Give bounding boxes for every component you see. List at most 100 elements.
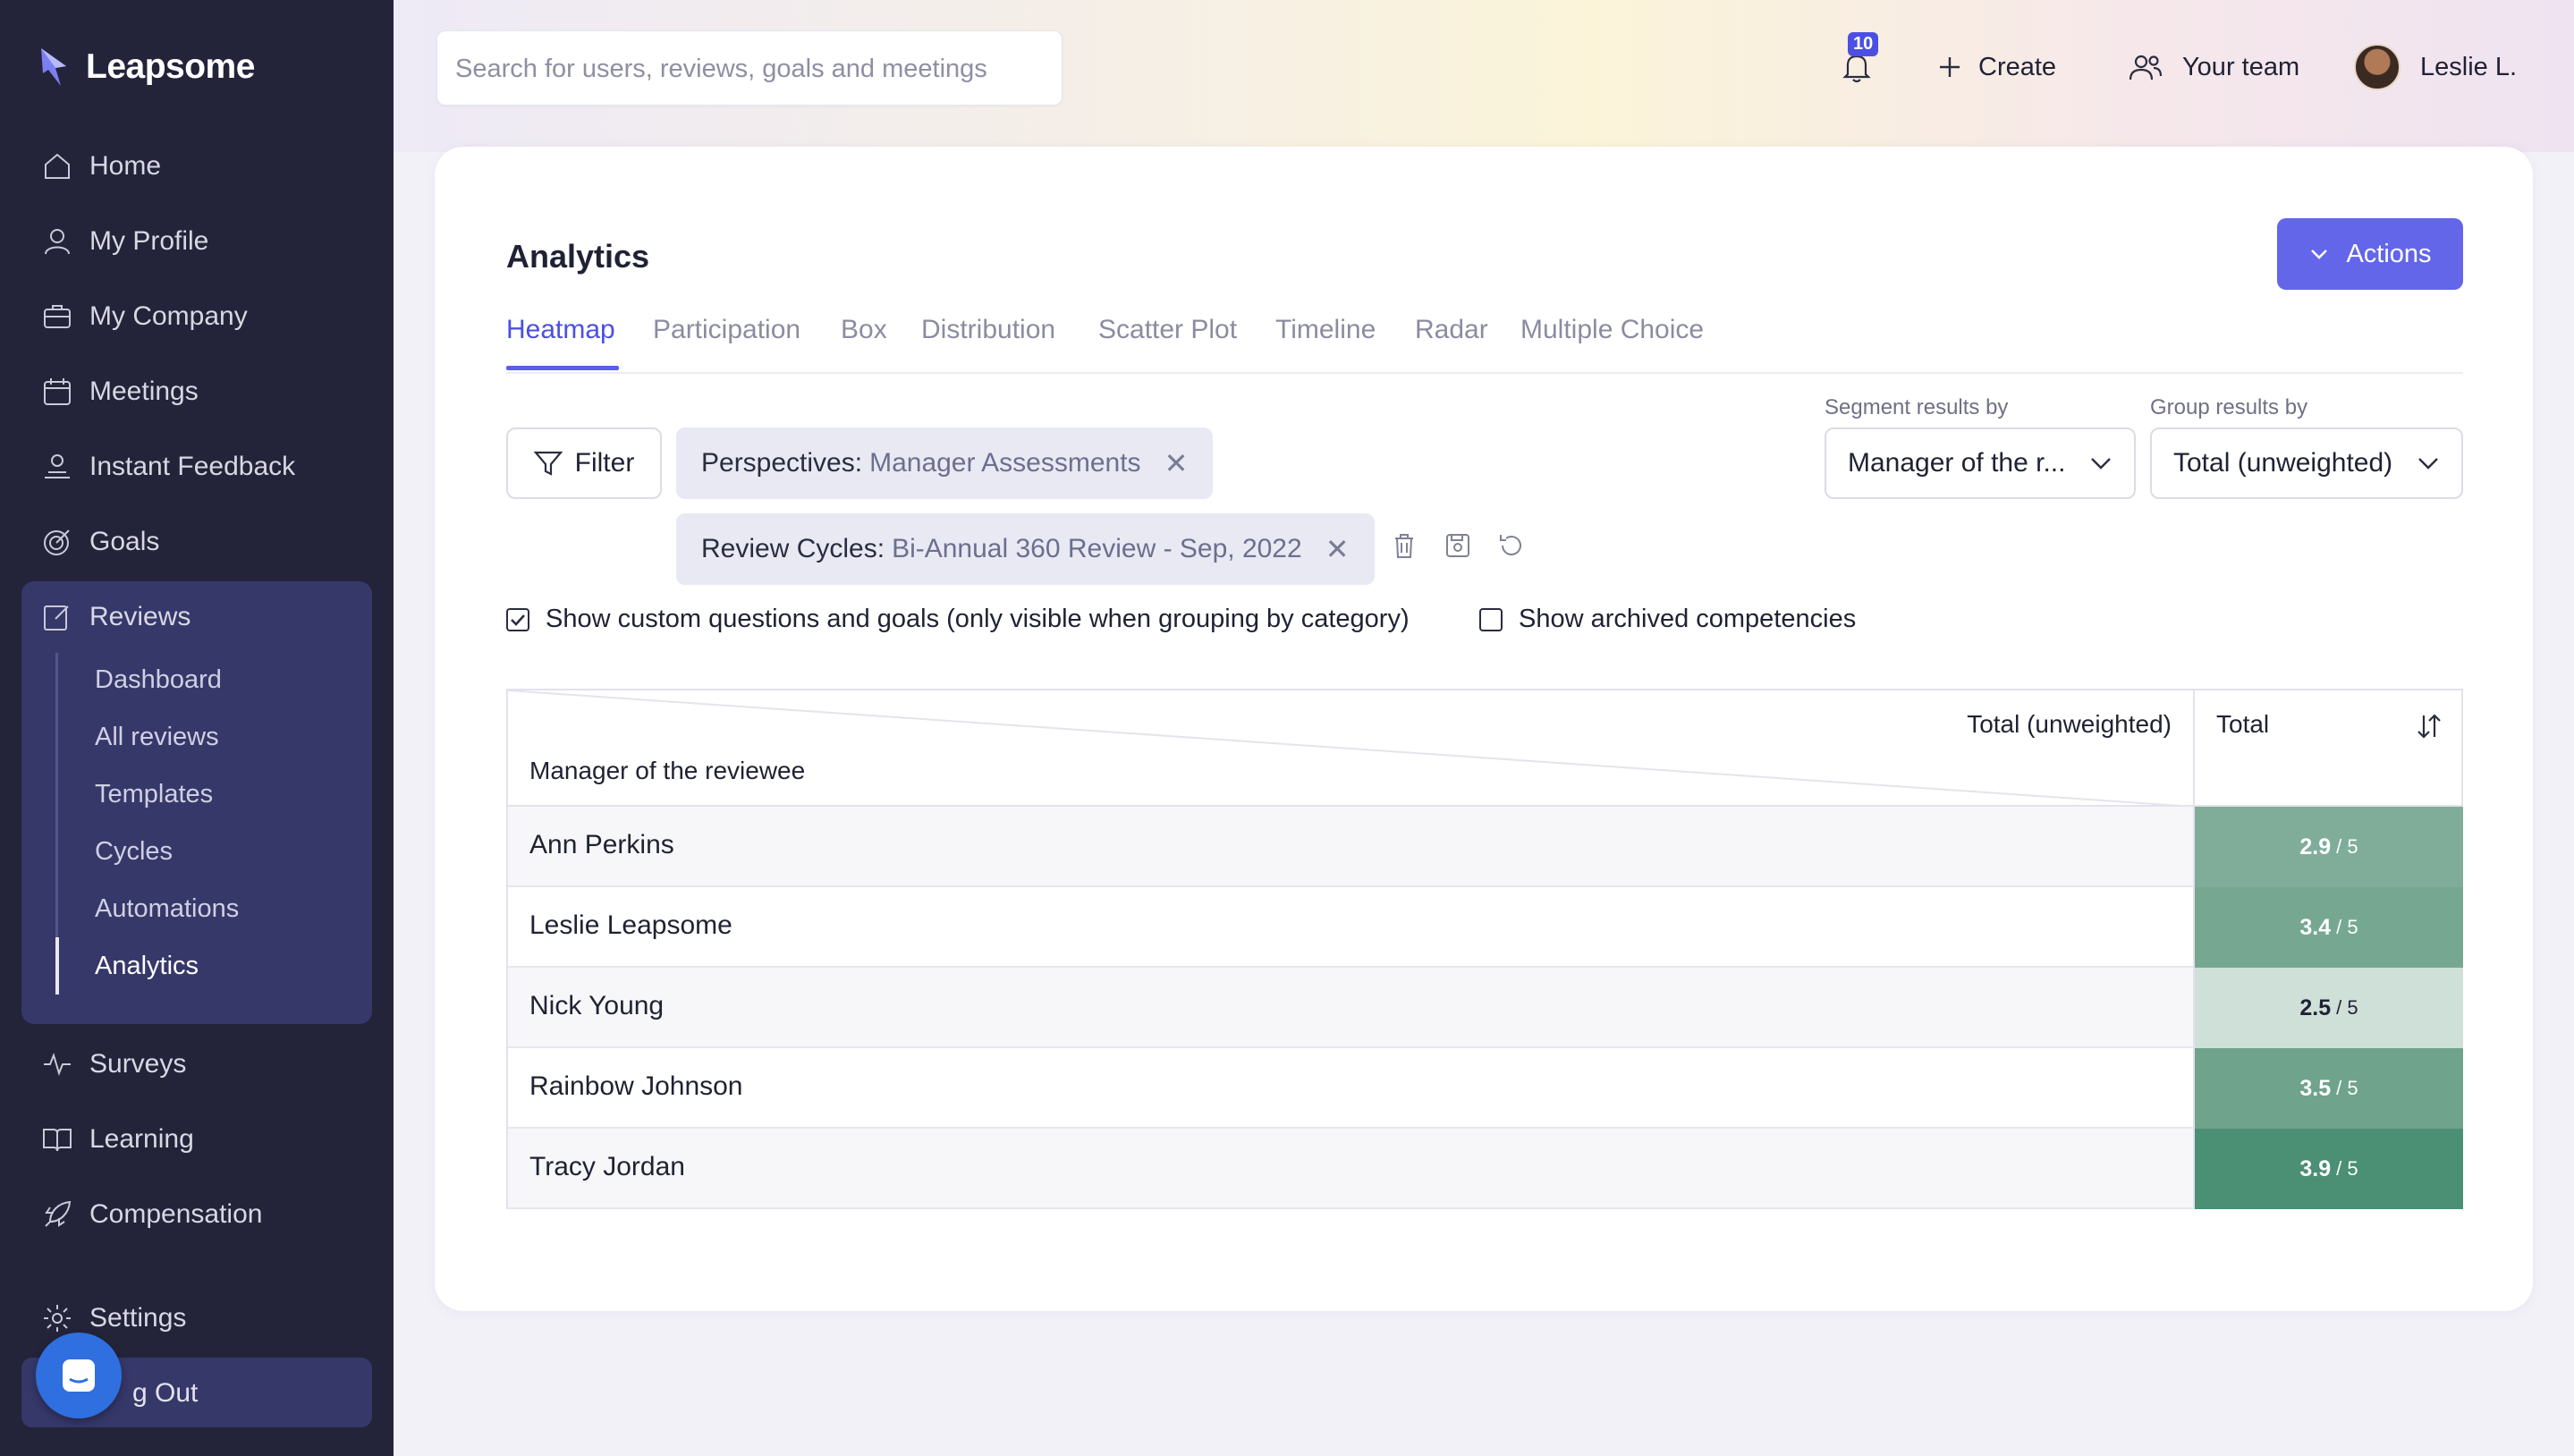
sidebar-item-label: Reviews (89, 602, 191, 631)
sidebar-item-label: Settings (89, 1303, 187, 1333)
custom-questions-checkbox[interactable] (506, 607, 529, 631)
sidebar-subitem-templates[interactable]: Templates (95, 780, 213, 809)
avatar (2354, 44, 2400, 90)
trash-icon[interactable] (1390, 531, 1418, 560)
custom-questions-label: Show custom questions and goals (only vi… (546, 605, 1410, 633)
your-team-label: Your team (2182, 52, 2300, 81)
logout-label: g Out (132, 1378, 199, 1408)
tab-radar[interactable]: Radar (1415, 315, 1488, 345)
sidebar-item-label: Meetings (89, 377, 199, 406)
segment-value: Manager of the r... (1848, 448, 2066, 478)
page-title: Analytics (506, 238, 650, 275)
score-max: / 5 (2336, 996, 2358, 1019)
custom-questions-checkbox-row[interactable]: Show custom questions and goals (only vi… (506, 605, 1410, 634)
book-icon (43, 1129, 72, 1152)
sidebar-subitem-cycles[interactable]: Cycles (95, 837, 173, 867)
group-value: Total (unweighted) (2173, 448, 2393, 478)
tab-scatter-plot[interactable]: Scatter Plot (1098, 315, 1237, 345)
group-select[interactable]: Total (unweighted) (2150, 427, 2463, 499)
funnel-icon (533, 451, 563, 476)
sidebar-item-reviews[interactable]: Reviews (41, 590, 191, 644)
sidebar-item-my-profile[interactable]: My Profile (41, 215, 208, 268)
target-icon (44, 529, 70, 555)
sidebar-item-meetings[interactable]: Meetings (41, 365, 199, 419)
heatmap-cell[interactable]: 3.9/ 5 (2193, 1129, 2463, 1209)
calendar-icon (44, 378, 71, 405)
row-name: Leslie Leapsome (529, 910, 732, 940)
edit-icon (44, 605, 69, 631)
chat-launcher-button[interactable] (36, 1333, 122, 1418)
rocket-icon (45, 1200, 72, 1227)
table-row[interactable]: Leslie Leapsome (508, 887, 2193, 968)
sidebar-subitem-dashboard[interactable]: Dashboard (95, 665, 222, 695)
heatmap-table: Total (unweighted) Manager of the review… (506, 689, 2463, 1209)
tab-distribution[interactable]: Distribution (921, 315, 1055, 345)
reset-icon[interactable] (1497, 531, 1526, 560)
score-value: 2.9 (2299, 834, 2332, 859)
table-row[interactable]: Nick Young (508, 968, 2193, 1048)
notification-count-badge: 10 (1848, 32, 1879, 56)
segment-select[interactable]: Manager of the r... (1825, 427, 2136, 499)
create-button[interactable]: Create (1937, 36, 2056, 98)
chip-value: Bi-Annual 360 Review - Sep, 2022 (892, 534, 1302, 563)
tab-participation[interactable]: Participation (653, 315, 800, 345)
active-tab-indicator (506, 366, 619, 370)
sidebar-item-label: Surveys (89, 1049, 187, 1079)
archived-competencies-checkbox-row[interactable]: Show archived competencies (1479, 605, 1856, 634)
sidebar-item-goals[interactable]: Goals (41, 515, 159, 569)
tab-box[interactable]: Box (841, 315, 887, 345)
table-row[interactable]: Tracy Jordan (508, 1129, 2193, 1209)
sidebar-subitem-automations[interactable]: Automations (95, 894, 239, 924)
user-menu-button[interactable]: Leslie L. (2354, 36, 2517, 98)
save-icon[interactable] (1444, 531, 1472, 560)
sidebar-item-instant-feedback[interactable]: Instant Feedback (41, 440, 295, 494)
tab-multiple-choice[interactable]: Multiple Choice (1520, 315, 1704, 345)
row-name: Nick Young (529, 991, 665, 1020)
chip-value: Manager Assessments (869, 448, 1141, 478)
archived-competencies-checkbox[interactable] (1479, 607, 1503, 631)
table-corner-header: Total (unweighted) Manager of the review… (508, 690, 2193, 807)
table-row[interactable]: Rainbow Johnson (508, 1048, 2193, 1129)
heatmap-cell[interactable]: 3.4/ 5 (2193, 887, 2463, 968)
total-column-header[interactable]: Total (2193, 690, 2463, 807)
sidebar-item-compensation[interactable]: Compensation (41, 1188, 262, 1241)
your-team-button[interactable]: Your team (2129, 36, 2299, 98)
sidebar-item-surveys[interactable]: Surveys (41, 1037, 186, 1091)
score-max: / 5 (2336, 1157, 2358, 1180)
app-name: Leapsome (86, 47, 255, 86)
close-icon[interactable]: ✕ (1325, 532, 1350, 566)
chevron-down-icon (2091, 458, 2111, 470)
sidebar-item-label: My Company (89, 301, 248, 331)
sidebar-item-label: Learning (89, 1124, 194, 1154)
search-input[interactable]: Search for users, reviews, goals and mee… (436, 30, 1063, 106)
heatmap-cell[interactable]: 2.9/ 5 (2193, 807, 2463, 887)
tab-heatmap[interactable]: Heatmap (506, 315, 615, 345)
sidebar-subitem-analytics[interactable]: Analytics (95, 952, 199, 981)
score-value: 3.4 (2299, 914, 2332, 940)
filter-chip-perspectives: Perspectives: Manager Assessments ✕ (676, 427, 1214, 499)
heatmap-cell[interactable]: 3.5/ 5 (2193, 1048, 2463, 1129)
total-column-label: Total (2216, 710, 2270, 738)
sidebar-item-label: Home (89, 151, 162, 181)
corner-bottom-label: Manager of the reviewee (529, 757, 806, 784)
filter-button[interactable]: Filter (506, 427, 662, 499)
heatmap-cell[interactable]: 2.5/ 5 (2193, 968, 2463, 1048)
row-name: Ann Perkins (529, 830, 674, 859)
row-name: Rainbow Johnson (529, 1071, 743, 1101)
sidebar-item-learning[interactable]: Learning (41, 1113, 194, 1166)
sort-icon[interactable] (2415, 712, 2443, 741)
sidebar-item-home[interactable]: Home (41, 140, 161, 193)
actions-button[interactable]: Actions (2277, 218, 2463, 290)
tab-timeline[interactable]: Timeline (1275, 315, 1376, 345)
sidebar-item-my-company[interactable]: My Company (41, 290, 248, 343)
sidebar-subitem-all-reviews[interactable]: All reviews (95, 723, 219, 752)
table-row[interactable]: Ann Perkins (508, 807, 2193, 887)
leapsome-logo[interactable]: Leapsome (39, 47, 255, 88)
segment-label: Segment results by (1825, 395, 2009, 419)
score-value: 3.9 (2299, 1155, 2332, 1181)
user-name: Leslie L. (2420, 52, 2518, 81)
filter-tools (1390, 531, 1526, 560)
tabs-divider (506, 372, 2463, 374)
archived-competencies-label: Show archived competencies (1519, 605, 1857, 633)
close-icon[interactable]: ✕ (1164, 446, 1189, 480)
